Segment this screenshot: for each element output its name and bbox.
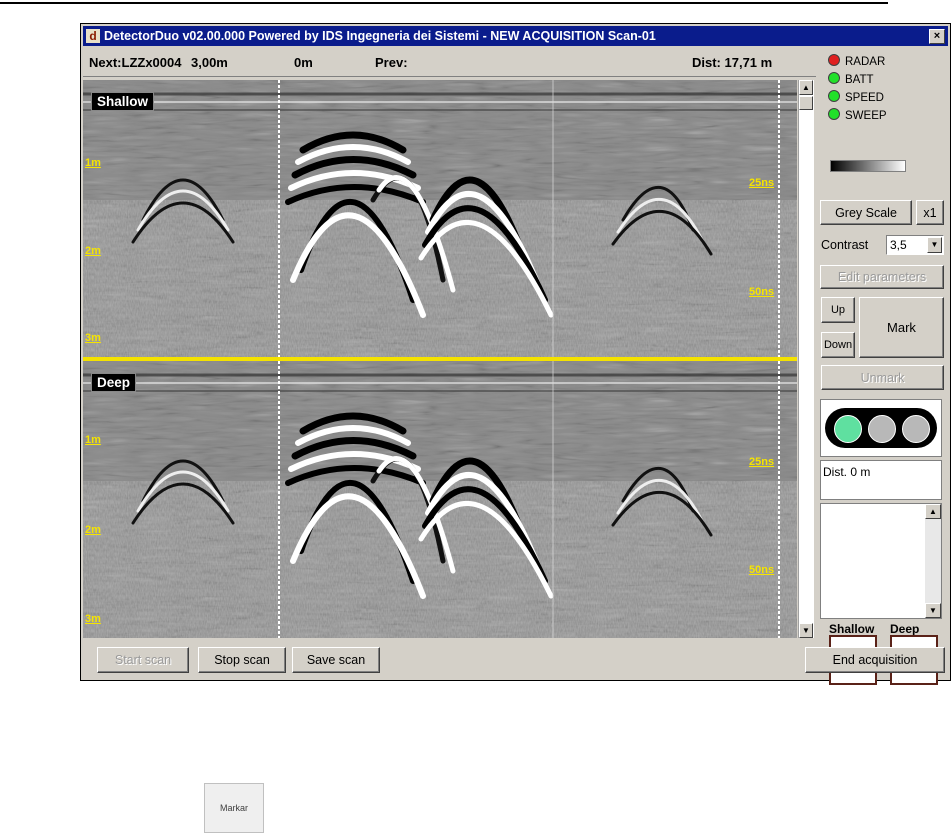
close-button[interactable]: × [929,29,945,44]
stop-scan-button[interactable]: Stop scan [198,647,286,673]
edit-parameters-button[interactable]: Edit parameters [820,265,944,289]
app-window: d DetectorDuo v02.00.000 Powered by IDS … [80,23,951,685]
batt-led-icon [828,72,840,84]
radar-led-icon [828,54,840,66]
unmark-button[interactable]: Unmark [821,365,944,390]
status-batt: BATT [828,72,874,86]
vertical-scrollbar[interactable]: ▲ ▼ [798,80,814,638]
sweep-led-icon [828,108,840,120]
deep-label: Deep [91,373,137,392]
up-button[interactable]: Up [821,297,855,323]
traffic-light-frame [825,408,937,448]
down-button[interactable]: Down [821,332,855,358]
deep-time-50ns: 50ns [749,564,775,576]
control-panel: RADAR BATT SPEED SWEEP Grey Scale x1 Con… [818,48,948,685]
window-title: DetectorDuo v02.00.000 Powered by IDS In… [104,29,656,43]
marker-distance-text: Dist. 0 m [823,465,871,479]
status-sweep: SWEEP [828,108,887,122]
deep-radargram: Deep 1m 2m 3m 25ns 50ns [83,361,797,638]
shallow-depth-2m: 2m [85,245,101,257]
light-2-icon [868,415,896,443]
status-sweep-label: SWEEP [845,110,887,122]
markar-button[interactable]: Markar [204,783,264,833]
thumb-shallow-label: Shallow [829,622,875,636]
shallow-radar-image [83,80,797,357]
offset-value: 0m [294,55,313,70]
shallow-time-25ns: 25ns [749,177,775,189]
status-radar-label: RADAR [845,56,886,68]
shallow-time-50ns: 50ns [749,286,775,298]
notes-area[interactable]: ▲ ▼ [820,503,942,619]
grey-scale-preview [830,160,906,172]
page-rule [0,2,888,4]
info-bar: Next:LZZx0004 3,00m 0m Prev: Dist: 17,71… [83,48,816,77]
speed-led-icon [828,90,840,102]
shallow-radargram: Shallow 1m 2m 3m 25ns 50ns [83,80,797,357]
radargram-area: Shallow 1m 2m 3m 25ns 50ns Deep 1m 2m 3m… [83,80,797,638]
grey-scale-button[interactable]: Grey Scale [820,200,912,225]
shallow-depth-1m: 1m [85,157,101,169]
app-icon: d [86,29,100,43]
deep-time-25ns: 25ns [749,456,775,468]
status-speed: SPEED [828,90,884,104]
scroll-down-arrow[interactable]: ▼ [799,623,813,638]
notes-scroll-down-arrow[interactable]: ▼ [925,603,941,618]
next-file: Next:LZZx0004 [89,55,182,70]
deep-depth-1m: 1m [85,434,101,446]
thumb-deep-label: Deep [890,622,920,636]
shallow-depth-3m: 3m [85,332,101,344]
scroll-thumb[interactable] [799,96,813,110]
deep-depth-2m: 2m [85,524,101,536]
chevron-down-icon[interactable]: ▼ [927,237,942,253]
end-acquisition-button[interactable]: End acquisition [805,647,945,673]
scroll-up-arrow[interactable]: ▲ [799,80,813,95]
notes-scrollbar[interactable]: ▲ ▼ [925,504,941,618]
prev-file: Prev: [375,55,408,70]
light-1-icon [834,415,862,443]
contrast-select[interactable]: 3,5 ▼ [886,235,944,255]
status-speed-label: SPEED [845,92,884,104]
next-position: 3,00m [191,55,228,70]
status-radar: RADAR [828,54,885,68]
deep-depth-3m: 3m [85,613,101,625]
deep-radar-image [83,361,797,638]
title-bar: d DetectorDuo v02.00.000 Powered by IDS … [83,26,948,46]
bottom-toolbar: Start scan Stop scan Save scan End acqui… [83,642,948,676]
contrast-value: 3,5 [890,238,907,252]
distance-readout: Dist: 17,71 m [692,55,773,70]
save-scan-button[interactable]: Save scan [292,647,380,673]
shallow-label: Shallow [91,92,155,111]
mark-button[interactable]: Mark [859,297,944,358]
light-3-icon [902,415,930,443]
notes-scroll-up-arrow[interactable]: ▲ [925,504,941,519]
start-scan-button[interactable]: Start scan [97,647,189,673]
status-batt-label: BATT [845,74,874,86]
zoom-button[interactable]: x1 [916,200,944,225]
contrast-label: Contrast [821,238,869,252]
traffic-light-indicator [820,399,942,457]
marker-distance-box: Dist. 0 m [820,460,942,500]
